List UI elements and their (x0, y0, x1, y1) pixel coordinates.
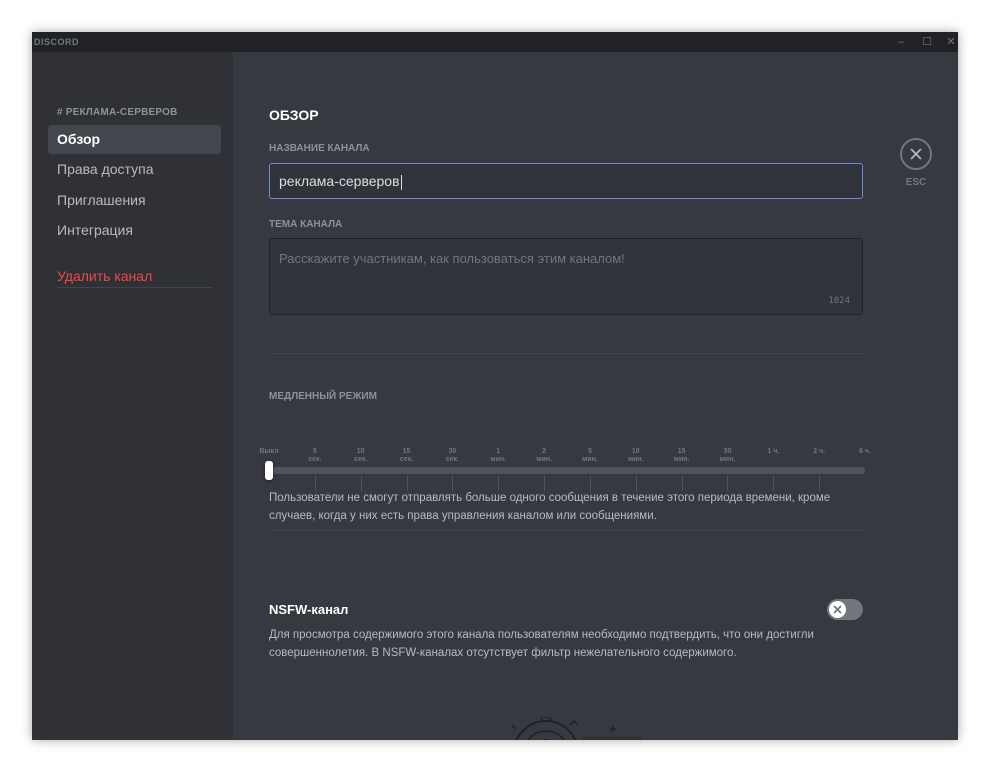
slider-mark-unit: сек. (399, 456, 414, 463)
slider-mark-value: 2 (542, 448, 547, 455)
title-bar: DISCORD – ☐ ✕ (32, 32, 958, 52)
toggle-knob (829, 601, 846, 618)
section-divider (269, 530, 863, 531)
slider-mark-label[interactable]: 5 мин. (575, 448, 605, 464)
nsfw-toggle[interactable] (827, 599, 863, 620)
slider-mark-unit: мин. (490, 456, 507, 463)
slider-mark-value: 1 ч. (767, 448, 780, 455)
channel-name-label: НАЗВАНИЕ КАНАЛА (269, 143, 370, 154)
slider-mark-label[interactable]: 6 ч. (850, 448, 880, 456)
slider-handle[interactable] (265, 461, 273, 480)
slider-mark-label[interactable]: 30 сек. (437, 448, 467, 464)
settings-sidebar: # РЕКЛАМА-СЕРВЕРОВ Обзор Права доступа П… (32, 52, 233, 740)
esc-label: ESC (905, 177, 927, 188)
slider-track[interactable] (269, 467, 865, 474)
sidebar-item-integrations[interactable]: Интеграция (48, 216, 221, 245)
slider-mark-unit: мин. (673, 456, 690, 463)
slider-mark-value: 30 (448, 448, 457, 455)
close-settings-button[interactable] (900, 138, 932, 170)
slider-mark-label[interactable]: 1 мин. (483, 448, 513, 464)
slider-mark-label[interactable]: 2 мин. (529, 448, 559, 464)
minimize-button[interactable]: – (894, 35, 908, 49)
slider-mark-value: 5 (312, 448, 317, 455)
slider-mark-value: 6 ч. (859, 448, 871, 455)
slowmode-description: Пользователи не смогут отправлять больше… (269, 492, 831, 522)
slider-mark-value: 30 (723, 448, 732, 455)
slider-mark-value: 1 (496, 448, 501, 455)
character-counter: 1024 (828, 296, 850, 306)
slider-mark-value: 10 (631, 448, 640, 455)
nsfw-title: NSFW-канал (269, 602, 349, 617)
slider-mark-unit: мин. (719, 456, 736, 463)
window-close-button[interactable]: ✕ (944, 35, 958, 49)
slider-mark-unit: сек. (445, 456, 459, 463)
close-icon (910, 148, 922, 160)
text-caret (400, 174, 402, 190)
slider-mark-label[interactable]: 30 мин. (712, 448, 742, 464)
slider-mark-label[interactable]: Выкл (254, 448, 284, 456)
section-divider (269, 353, 863, 354)
slider-mark-unit: мин. (627, 456, 644, 463)
sidebar-item-overview[interactable]: Обзор (48, 125, 221, 154)
delete-channel-button[interactable]: Удалить канал (48, 262, 221, 291)
slider-mark-value: 5 (587, 448, 592, 455)
slowmode-label: МЕДЛЕННЫЙ РЕЖИМ (269, 391, 377, 402)
sidebar-item-permissions[interactable]: Права доступа (48, 155, 221, 184)
app-window: DISCORD – ☐ ✕ # РЕКЛАМА-СЕРВЕРОВ Обзор П… (32, 32, 958, 740)
sidebar-header: # РЕКЛАМА-СЕРВЕРОВ (57, 107, 178, 118)
slider-mark-unit: сек. (354, 456, 368, 463)
channel-name-input[interactable]: реклама-серверов (269, 163, 863, 199)
channel-name-value: реклама-серверов (279, 173, 400, 189)
channel-topic-label: ТЕМА КАНАЛА (269, 219, 343, 230)
slider-mark-value: 15 (677, 448, 686, 455)
slider-mark-label[interactable]: 1 ч. (758, 448, 788, 456)
slider-mark-label[interactable]: 10 сек. (346, 448, 376, 464)
slider-mark-label[interactable]: 2 ч. (804, 448, 834, 456)
settings-content: ОБЗОР НАЗВАНИЕ КАНАЛА реклама-серверов Т… (233, 52, 958, 740)
slider-mark-label[interactable]: 15 сек. (392, 448, 422, 464)
slider-mark-label[interactable]: 15 мин. (667, 448, 697, 464)
slider-mark-value: 2 ч. (813, 448, 826, 455)
channel-topic-placeholder: Расскажите участникам, как пользоваться … (279, 251, 625, 266)
slider-mark-unit: мин. (582, 456, 598, 463)
slider-mark-unit: сек. (308, 456, 322, 463)
sidebar-item-invites[interactable]: Приглашения (48, 186, 221, 215)
slider-mark-value: 15 (402, 448, 411, 455)
slider-mark-label[interactable]: 10 мин. (621, 448, 651, 464)
slider-mark-value: 10 (356, 448, 365, 455)
page-title: ОБЗОР (269, 107, 319, 123)
x-icon (833, 605, 842, 614)
slider-mark-label[interactable]: 5 сек. (300, 448, 330, 464)
slider-mark-unit: мин. (536, 456, 552, 463)
slider-mark-value: Выкл (259, 448, 279, 455)
gear-illustration-icon (511, 717, 642, 740)
channel-topic-input[interactable]: Расскажите участникам, как пользоваться … (269, 238, 863, 315)
maximize-button[interactable]: ☐ (920, 35, 934, 49)
app-brand: DISCORD (34, 37, 80, 47)
nsfw-description: Для просмотра содержимого этого канала п… (269, 629, 814, 659)
